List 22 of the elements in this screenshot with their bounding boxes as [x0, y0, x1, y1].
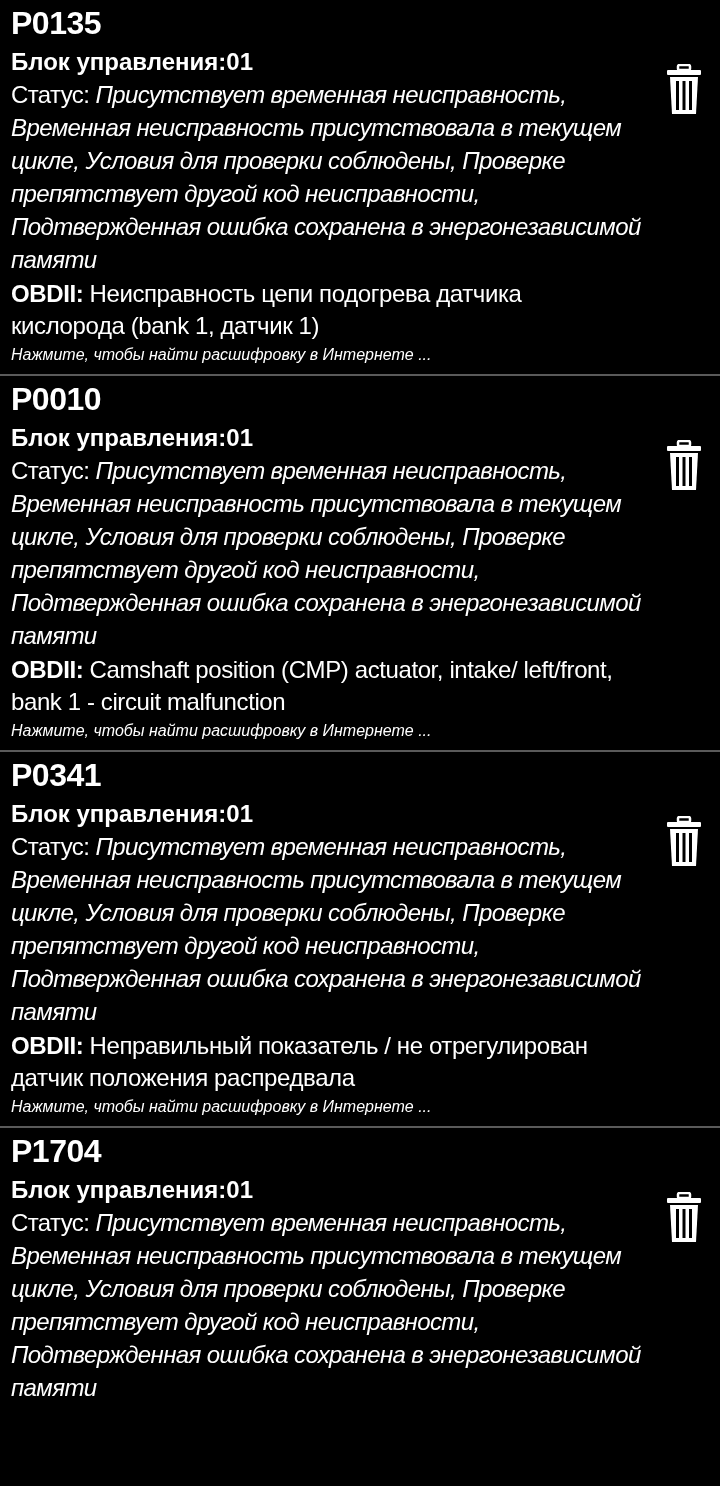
control-unit: Блок управления:01	[11, 423, 255, 453]
search-online-link[interactable]: Нажмите, чтобы найти расшифровку в Интернете ...	[11, 1096, 432, 1118]
fault-code: P0135	[11, 4, 103, 42]
search-online-link[interactable]: Нажмите, чтобы найти расшифровку в Интернете ...	[11, 344, 432, 366]
delete-icon[interactable]	[666, 816, 702, 868]
fault-code: P0010	[11, 380, 103, 418]
control-unit: Блок управления:01	[11, 1175, 255, 1205]
fault-code: P1704	[11, 1132, 103, 1170]
obd-description: OBDII: Неправильный показатель / не отрегулирован датчик положения распредвала	[11, 1031, 589, 1093]
obd-description: OBDII: Camshaft position (CMP) actuator, intake/ left/front, bank 1 - circuit malfunction	[11, 655, 614, 717]
status-text: Статус: Присутствует временная неисправность, Временная неисправность присутствовала в текущем цикле, Условия для проверки соблюдены, Проверке препятствует другой код неисправности, Подтвержденная ошибка сохранена в энергонезависимой памяти	[11, 1208, 642, 1403]
control-unit: Блок управления:01	[11, 799, 255, 829]
obd-description: OBDII: Неисправность цепи подогрева датчика кислорода (bank 1, датчик 1)	[11, 279, 523, 341]
control-unit: Блок управления:01	[11, 47, 255, 77]
delete-icon[interactable]	[666, 440, 702, 492]
status-text: Статус: Присутствует временная неисправность, Временная неисправность присутствовала в текущем цикле, Условия для проверки соблюдены, Проверке препятствует другой код неисправности, Подтвержденная ошибка сохранена в энергонезависимой памяти	[11, 80, 642, 275]
delete-icon[interactable]	[666, 1192, 702, 1244]
delete-icon[interactable]	[666, 64, 702, 116]
status-text: Статус: Присутствует временная неисправность, Временная неисправность присутствовала в текущем цикле, Условия для проверки соблюдены, Проверке препятствует другой код неисправности, Подтвержденная ошибка сохранена в энергонезависимой памяти	[11, 456, 642, 651]
search-online-link[interactable]: Нажмите, чтобы найти расшифровку в Интернете ...	[11, 720, 432, 742]
fault-code: P0341	[11, 756, 103, 794]
status-text: Статус: Присутствует временная неисправность, Временная неисправность присутствовала в текущем цикле, Условия для проверки соблюдены, Проверке препятствует другой код неисправности, Подтвержденная ошибка сохранена в энергонезависимой памяти	[11, 832, 642, 1027]
